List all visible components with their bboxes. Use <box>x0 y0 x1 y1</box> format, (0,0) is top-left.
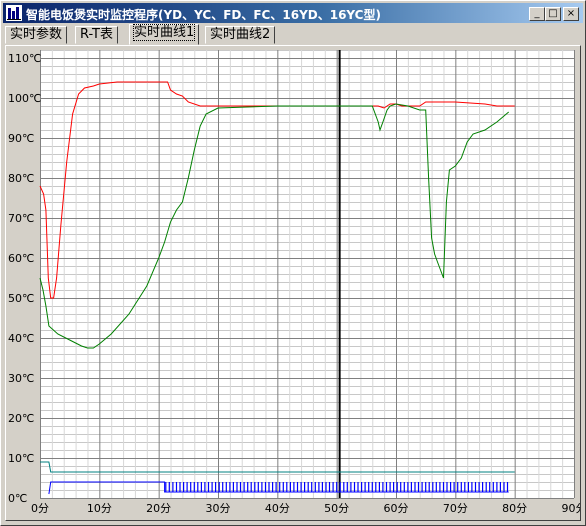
x-tick-label: 20分 <box>146 502 171 515</box>
y-tick-label: 60℃ <box>8 252 34 265</box>
main-window: 智能电饭煲实时监控程序(YD、YC、FD、FC、16YD、16YC型) _ □ … <box>0 0 586 526</box>
y-tick-label: 50℃ <box>8 292 34 305</box>
y-tick-label: 80℃ <box>8 172 34 185</box>
y-tick-label: 30℃ <box>8 372 34 385</box>
close-button[interactable]: × <box>563 7 579 21</box>
tab-label: 实时曲线2 <box>210 27 271 42</box>
x-tick-label: 30分 <box>206 502 231 515</box>
maximize-button[interactable]: □ <box>545 7 561 21</box>
x-tick-label: 90分 <box>562 502 581 515</box>
tab-label: 实时曲线1 <box>132 24 196 41</box>
y-tick-label: 70℃ <box>8 212 34 225</box>
window-title: 智能电饭煲实时监控程序(YD、YC、FD、FC、16YD、16YC型) <box>26 8 381 22</box>
x-tick-label: 70分 <box>443 502 468 515</box>
y-tick-label: 0℃ <box>8 492 27 505</box>
y-tick-label: 90℃ <box>8 132 34 145</box>
x-tick-label: 50分 <box>324 502 349 515</box>
tab-label: R-T表 <box>80 27 113 42</box>
title-bar[interactable]: 智能电饭煲实时监控程序(YD、YC、FD、FC、16YD、16YC型) _ □ … <box>3 3 583 23</box>
y-tick-label: 20℃ <box>8 412 34 425</box>
tab-realtime-params[interactable]: 实时参数 <box>5 26 68 44</box>
minimize-button[interactable]: _ <box>529 7 545 21</box>
temperature-chart: 0℃ 10℃ 20℃ 30℃ 40℃ 50℃ 60℃ 70℃ 80℃ 90℃ 100℃ 110℃ 0分 1… <box>8 50 581 515</box>
y-tick-label: 110℃ <box>8 52 41 65</box>
chart-panel: 0℃ 10℃ 20℃ 30℃ 40℃ 50℃ 60℃ 70℃ 80℃ 90℃ 100℃ 110℃ 0分 1… <box>5 45 581 521</box>
x-tick-label: 80分 <box>502 502 527 515</box>
x-tick-label: 0分 <box>31 502 49 515</box>
tab-realtime-curve-1[interactable]: 实时曲线1 <box>129 24 200 45</box>
tab-label: 实时参数 <box>10 27 63 42</box>
tab-rt-table[interactable]: R-T表 <box>75 26 118 44</box>
y-tick-label: 100℃ <box>8 92 41 105</box>
x-tick-label: 40分 <box>265 502 290 515</box>
x-tick-label: 10分 <box>87 502 112 515</box>
app-icon <box>6 5 22 21</box>
y-tick-label: 10℃ <box>8 452 34 465</box>
y-tick-label: 40℃ <box>8 332 34 345</box>
tab-realtime-curve-2[interactable]: 实时曲线2 <box>205 26 276 44</box>
x-tick-label: 60分 <box>384 502 409 515</box>
